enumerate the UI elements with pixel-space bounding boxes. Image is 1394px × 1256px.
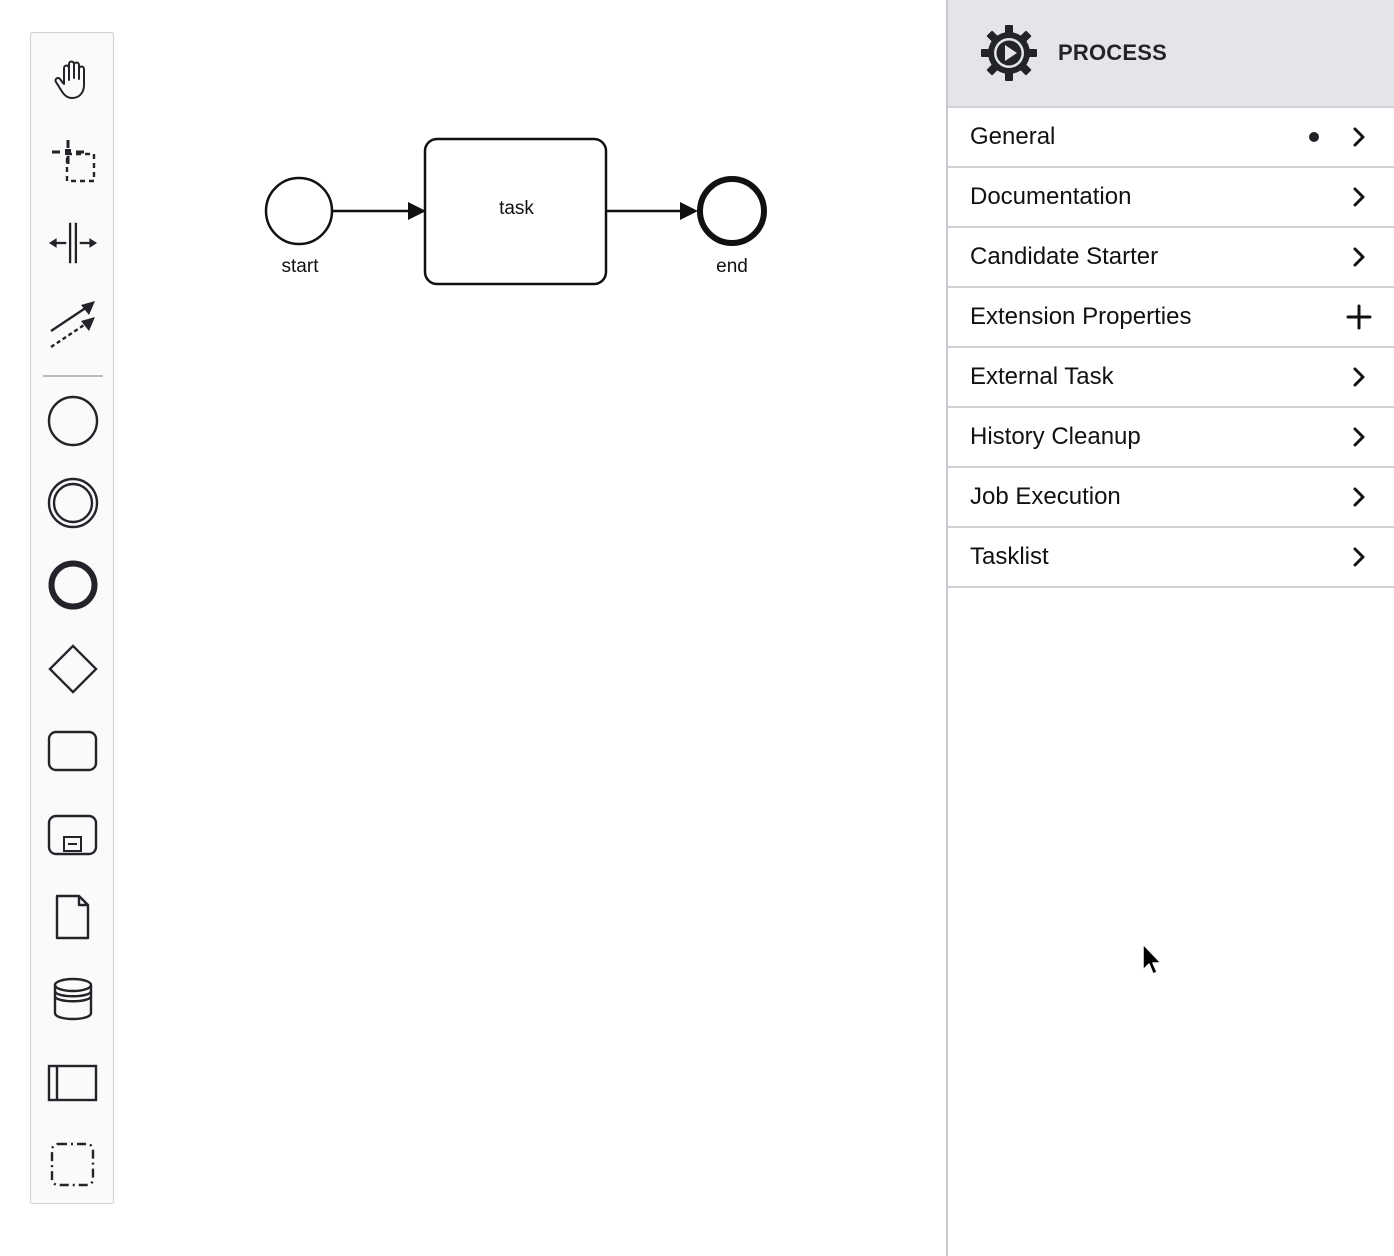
chevron-right-icon[interactable]: [1346, 424, 1372, 450]
plus-icon[interactable]: [1346, 304, 1372, 330]
create-data-store[interactable]: [47, 973, 99, 1025]
process-gear-icon: [981, 25, 1037, 81]
group-icon: [50, 1142, 95, 1187]
chevron-right-icon[interactable]: [1346, 484, 1372, 510]
create-data-object[interactable]: [47, 891, 99, 943]
create-start-event[interactable]: [47, 395, 99, 447]
sequence-flow-start-task[interactable]: [332, 202, 426, 220]
start-event-icon: [47, 395, 99, 447]
palette: [30, 32, 114, 1204]
panel-header: PROCESS: [948, 0, 1394, 108]
group-extension-properties[interactable]: Extension Properties: [948, 288, 1394, 348]
create-gateway[interactable]: [47, 643, 99, 695]
pool-icon: [47, 1064, 98, 1102]
panel-groups: General Documentation Candidate Starter Ext…: [948, 108, 1394, 588]
sequence-flow-task-end[interactable]: [606, 202, 698, 220]
group-label: General: [970, 123, 1056, 150]
lasso-icon: [52, 140, 96, 183]
task-icon: [47, 730, 98, 772]
hand-tool[interactable]: [47, 53, 99, 105]
chevron-right-icon[interactable]: [1346, 364, 1372, 390]
mouse-cursor-icon: [1142, 943, 1162, 975]
group-label: External Task: [970, 363, 1114, 390]
group-job-execution[interactable]: Job Execution: [948, 468, 1394, 528]
data-indicator-dot: [1309, 132, 1319, 142]
group-label: Extension Properties: [970, 303, 1192, 330]
chevron-right-icon[interactable]: [1346, 184, 1372, 210]
start-event-label: start: [281, 256, 319, 277]
start-event[interactable]: [264, 176, 334, 246]
data-store-icon: [53, 977, 93, 1021]
intermediate-event-icon: [47, 477, 99, 529]
create-end-event[interactable]: [47, 559, 99, 611]
group-label: Documentation: [970, 183, 1132, 210]
group-documentation[interactable]: Documentation: [948, 168, 1394, 228]
create-intermediate-event[interactable]: [47, 477, 99, 529]
group-label: Candidate Starter: [970, 243, 1159, 270]
chevron-right-icon[interactable]: [1346, 244, 1372, 270]
panel-title: PROCESS: [1058, 40, 1167, 65]
global-connect-tool[interactable]: [47, 299, 99, 351]
group-label: Tasklist: [970, 543, 1049, 570]
group-history-cleanup[interactable]: History Cleanup: [948, 408, 1394, 468]
group-tasklist[interactable]: Tasklist: [948, 528, 1394, 588]
create-pool[interactable]: [47, 1057, 99, 1109]
diagram-canvas[interactable]: start task end: [116, 0, 946, 1256]
group-label: Job Execution: [970, 483, 1121, 510]
properties-panel: PROCESS General Documentation Candidate St…: [946, 0, 1394, 1256]
task-label: task: [499, 198, 534, 219]
chevron-right-icon[interactable]: [1346, 124, 1372, 150]
end-event[interactable]: [697, 176, 767, 246]
hand-icon: [54, 60, 85, 99]
connect-icon: [50, 301, 95, 348]
end-event-icon: [48, 560, 98, 610]
end-event-label: end: [716, 256, 748, 277]
group-label: History Cleanup: [970, 423, 1141, 450]
create-group[interactable]: [47, 1139, 99, 1191]
group-candidate-starter[interactable]: Candidate Starter: [948, 228, 1394, 288]
space-tool[interactable]: [47, 217, 99, 269]
create-subprocess[interactable]: [47, 809, 99, 861]
palette-separator: [43, 375, 103, 377]
group-general[interactable]: General: [948, 108, 1394, 168]
space-tool-icon: [48, 222, 98, 264]
gateway-icon: [48, 644, 98, 694]
lasso-tool[interactable]: [47, 135, 99, 187]
group-external-task[interactable]: External Task: [948, 348, 1394, 408]
data-object-icon: [55, 894, 90, 940]
subprocess-icon: [47, 814, 98, 856]
create-task[interactable]: [47, 725, 99, 777]
chevron-right-icon[interactable]: [1346, 544, 1372, 570]
